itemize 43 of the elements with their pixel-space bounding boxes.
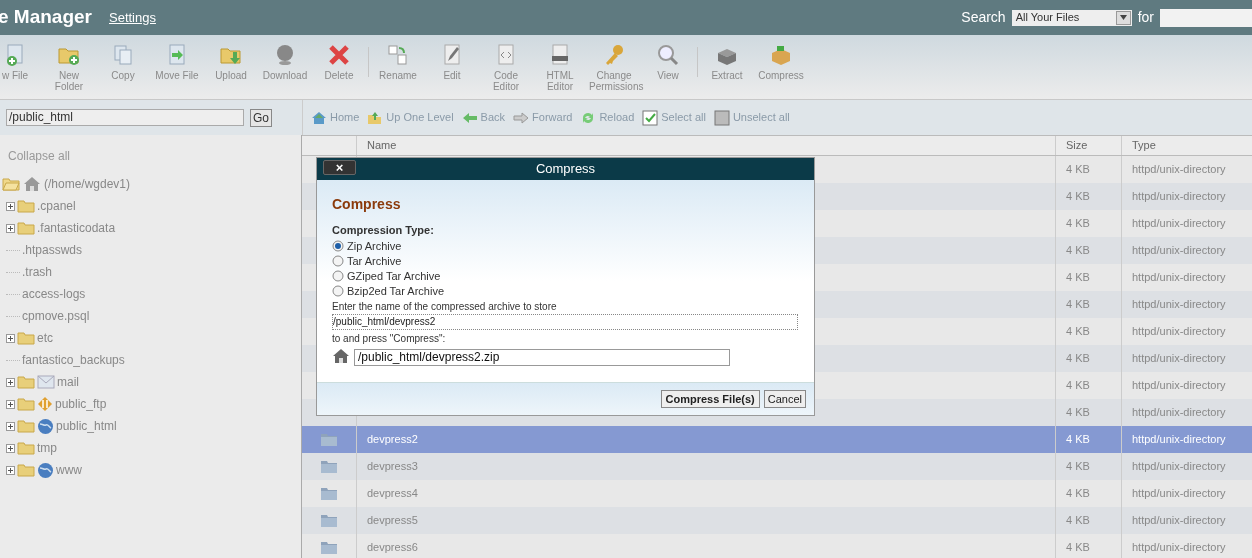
instruction-text: to and press "Compress": [332, 331, 447, 346]
search-label: Search [961, 8, 1006, 27]
table-cell-text: 4 KB [1066, 432, 1090, 448]
table-cell-text: 4 KB [1066, 324, 1090, 340]
table-cell-text: 4 KB [1066, 270, 1090, 286]
source-path-text: /public_html/devpress2 [332, 313, 798, 330]
table-cell-text: 4 KB [1066, 297, 1090, 313]
table-cell: httpd/unix-directory [1132, 541, 1226, 554]
table-cell: httpd/unix-directory [1132, 190, 1226, 203]
table-cell-text: 4 KB [1066, 459, 1090, 475]
dialog-title: Compress [535, 160, 596, 179]
for-label: for [1137, 8, 1154, 27]
table-cell: httpd/unix-directory [1132, 433, 1226, 446]
table-cell-text: devpress5 [367, 513, 418, 529]
table-cell-text: 4 KB [1066, 513, 1090, 529]
table-cell-text: devpress6 [367, 540, 418, 556]
table-cell-text: 4 KB [1066, 405, 1090, 421]
table-cell-text: 4 KB [1066, 162, 1090, 178]
table-cell: httpd/unix-directory [1132, 514, 1226, 527]
dialog-heading: Compress [332, 195, 402, 214]
table-cell: httpd/unix-directory [1132, 352, 1226, 365]
table-cell-text: 4 KB [1066, 189, 1090, 205]
table-cell: httpd/unix-directory [1132, 487, 1226, 500]
table-cell: httpd/unix-directory [1132, 244, 1226, 257]
table-cell: httpd/unix-directory [1132, 271, 1226, 284]
table-cell-text: devpress2 [367, 432, 418, 448]
instruction-text: Enter the name of the compressed archive to store [332, 299, 558, 314]
compression-type-label: Compression Type: [332, 223, 435, 238]
table-cell-text: 4 KB [1066, 351, 1090, 367]
table-cell-text: 4 KB [1066, 243, 1090, 259]
table-cell-text: 4 KB [1066, 216, 1090, 232]
table-cell: httpd/unix-directory [1132, 325, 1226, 338]
table-cell-text: 4 KB [1066, 378, 1090, 394]
table-cell-text: 4 KB [1066, 540, 1090, 556]
table-cell: httpd/unix-directory [1132, 298, 1226, 311]
table-cell: httpd/unix-directory [1132, 379, 1226, 392]
table-cell: httpd/unix-directory [1132, 163, 1226, 176]
table-cell-text: devpress4 [367, 486, 418, 502]
table-cell: httpd/unix-directory [1132, 406, 1226, 419]
table-cell: httpd/unix-directory [1132, 460, 1226, 473]
table-cell: httpd/unix-directory [1132, 217, 1226, 230]
table-cell-text: 4 KB [1066, 486, 1090, 502]
table-cell-text: devpress3 [367, 459, 418, 475]
